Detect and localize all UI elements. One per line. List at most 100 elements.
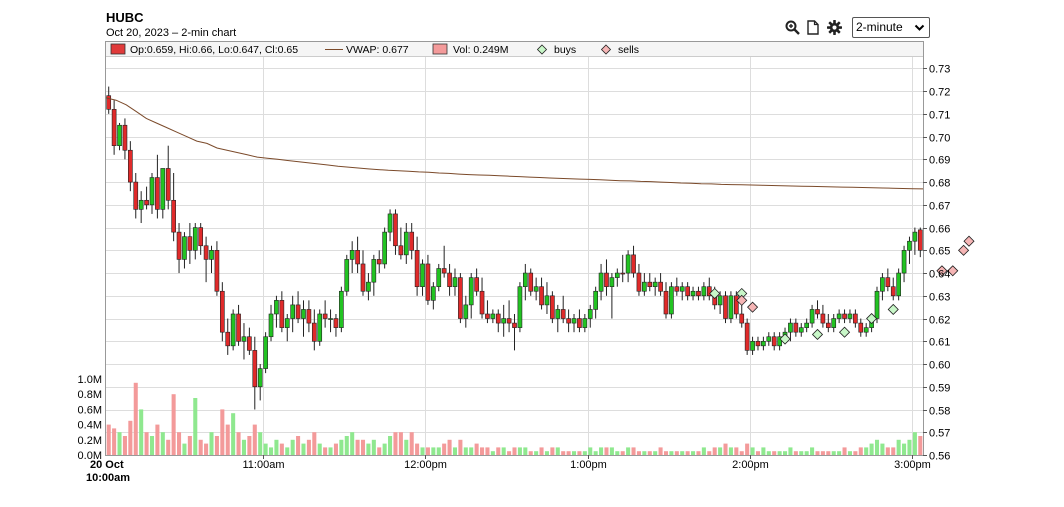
candle-body — [214, 250, 220, 292]
candle-body — [133, 181, 139, 210]
candle-body — [209, 250, 214, 260]
price-axis: 0.73 0.72 0.71 0.70 0.69 0.68 0.67 0.66 0.65 0.64… — [923, 64, 950, 463]
volume-bar — [350, 432, 355, 455]
price-tick-label: 0.59 — [929, 383, 950, 395]
volume-bars — [106, 382, 923, 455]
volume-bar — [128, 420, 133, 455]
volume-bar — [858, 447, 863, 455]
volume-bar — [550, 447, 555, 455]
candle-body — [901, 250, 907, 274]
volume-bar — [847, 451, 852, 455]
volume-bar — [507, 451, 512, 455]
candle-body — [593, 290, 598, 310]
volume-tick-label: 0.2M — [78, 435, 102, 447]
candle-body — [490, 313, 496, 319]
candle-body — [512, 322, 517, 328]
time-tick-label: 1:00pm — [570, 459, 607, 471]
candle-body — [506, 318, 512, 324]
time-tick-label: 11:00am — [243, 459, 285, 471]
candle-body — [663, 290, 669, 315]
candle-body — [376, 259, 382, 265]
candle-body — [155, 177, 160, 210]
candle-body — [236, 313, 241, 342]
volume-bar — [285, 447, 290, 455]
candle-body — [696, 290, 701, 297]
candle-body — [544, 295, 550, 306]
candle-body — [750, 340, 755, 351]
volume-bar — [393, 432, 398, 455]
volume-bar — [355, 439, 360, 455]
candle-body — [344, 259, 350, 292]
volume-bar — [306, 439, 311, 455]
volume-bar — [593, 451, 598, 455]
candle-body — [311, 322, 317, 342]
candle-body — [409, 231, 415, 251]
volume-bar — [631, 447, 636, 455]
candle-body — [560, 309, 566, 319]
volume-bar — [155, 424, 160, 455]
candle-body — [420, 263, 425, 288]
candle-body — [679, 286, 685, 292]
volume-bar — [653, 451, 658, 455]
volume-bar — [761, 447, 766, 455]
price-tick-label: 0.68 — [929, 178, 950, 190]
volume-bar — [263, 443, 268, 455]
volume-bar — [236, 432, 241, 455]
price-chart[interactable]: 0.73 0.72 0.71 0.70 0.69 0.68 0.67 0.66 0.65 0.64… — [0, 0, 1064, 507]
price-tick-label: 0.62 — [929, 315, 950, 327]
volume-bar — [182, 443, 187, 455]
volume-bar — [891, 447, 896, 455]
time-tick-label: 3:00pm — [894, 459, 931, 471]
price-tick-label: 0.63 — [929, 292, 950, 304]
volume-bar — [642, 451, 647, 455]
candle-body — [474, 277, 479, 292]
volume-bar — [674, 451, 679, 455]
volume-bar — [566, 451, 571, 455]
candle-body — [539, 286, 544, 306]
volume-bar — [815, 451, 820, 455]
candle-body — [766, 336, 772, 342]
candle-body — [328, 318, 333, 320]
price-tick-label: 0.61 — [929, 337, 950, 349]
candle-body — [371, 259, 377, 283]
candle-body — [582, 318, 588, 328]
candle-body — [880, 277, 885, 292]
volume-bar — [490, 451, 495, 455]
candle-body — [853, 313, 858, 324]
volume-bar — [766, 451, 771, 455]
volume-bar — [663, 451, 669, 455]
volume-bar — [615, 451, 620, 455]
volume-bar — [458, 439, 463, 455]
volume-bar — [793, 451, 798, 455]
candle-body — [728, 295, 734, 319]
legend-vol: Vol: 0.249M — [453, 44, 508, 56]
volume-bar — [166, 439, 171, 455]
candle-body — [820, 313, 826, 324]
volume-bar — [723, 443, 728, 455]
candle-body — [252, 350, 258, 388]
candle-body — [219, 290, 225, 333]
volume-bar — [371, 439, 376, 455]
candle-body — [247, 336, 252, 351]
volume-bar — [452, 447, 458, 455]
volume-bar — [214, 436, 219, 455]
candle-body — [755, 340, 761, 347]
volume-bar — [718, 447, 723, 455]
volume-bar — [512, 447, 517, 455]
volume-bar — [106, 424, 111, 455]
volume-bar — [431, 447, 436, 455]
candle-body — [907, 240, 912, 251]
volume-bar — [912, 432, 917, 455]
candle-body — [306, 309, 312, 324]
candle-body — [598, 272, 604, 292]
volume-bar — [826, 451, 831, 455]
candle-body — [685, 286, 690, 297]
volume-bar — [268, 447, 274, 455]
price-tick-label: 0.73 — [929, 64, 950, 76]
legend-buys: buys — [554, 44, 576, 56]
volume-bar — [274, 439, 279, 455]
volume-bar — [474, 443, 479, 455]
legend-ohlc-swatch — [110, 43, 126, 55]
candle-body — [658, 281, 663, 292]
candle-body — [674, 286, 680, 292]
